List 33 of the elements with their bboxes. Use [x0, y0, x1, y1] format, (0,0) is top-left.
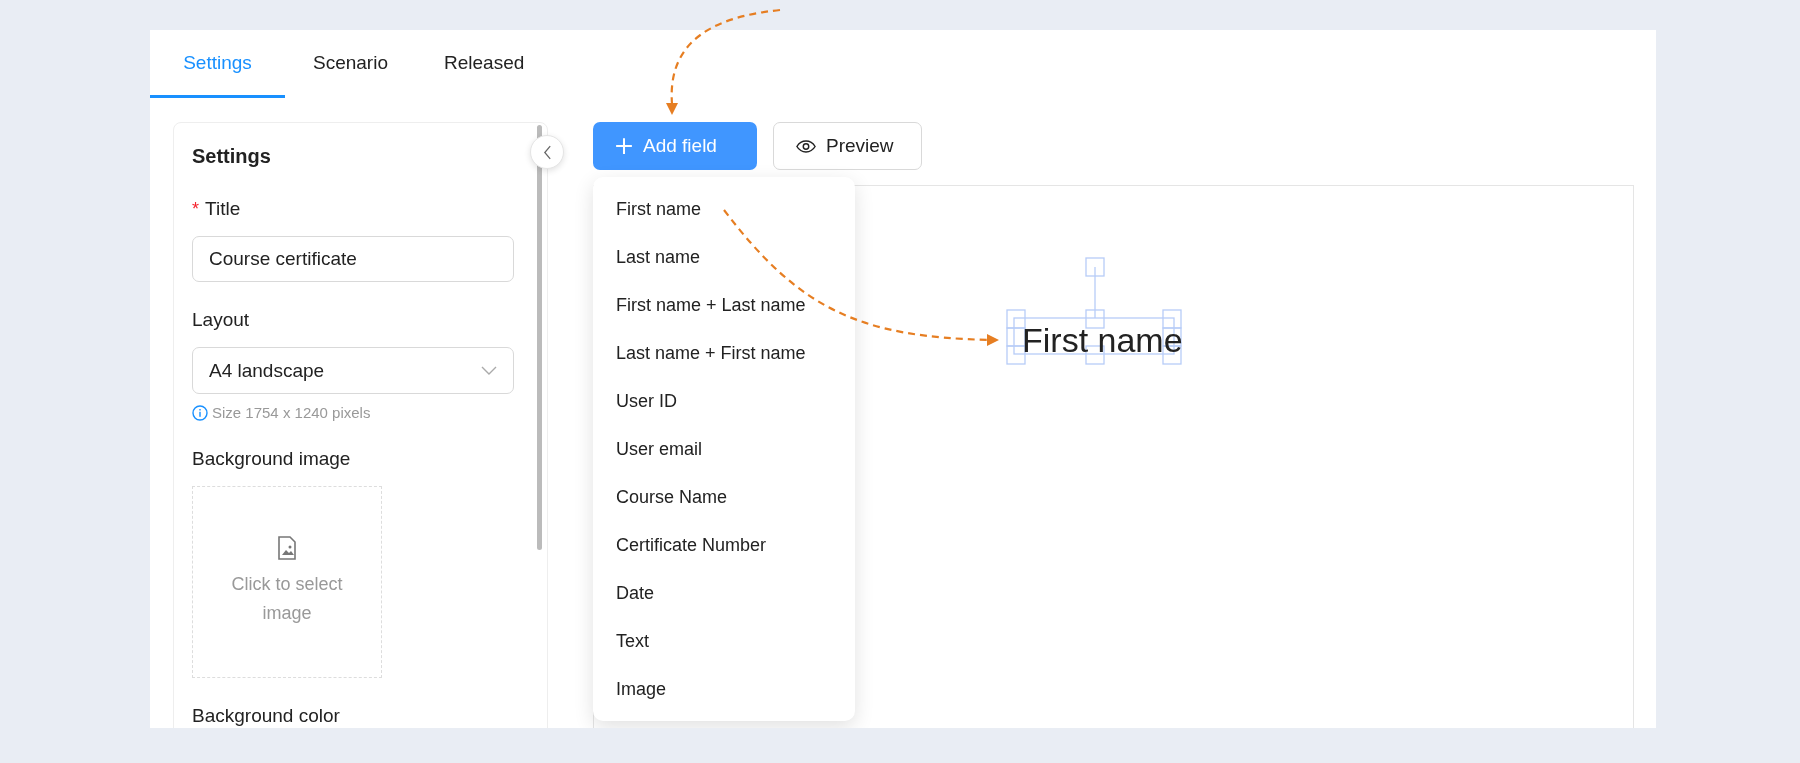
chevron-down-icon: [481, 365, 497, 376]
field-label: Title: [205, 198, 241, 220]
selection-handles[interactable]: [1006, 257, 1182, 365]
menu-item[interactable]: Last name: [593, 233, 855, 281]
eye-icon: [796, 139, 816, 153]
menu-item[interactable]: Image: [593, 665, 855, 713]
tab[interactable]: Released: [416, 30, 553, 98]
chevron-left-icon: [542, 144, 552, 160]
scrollbar[interactable]: [537, 125, 542, 550]
settings-title: Settings: [192, 145, 272, 168]
layout-select[interactable]: A4 landscape: [192, 347, 514, 394]
required-mark: *: [192, 198, 199, 220]
menu-item[interactable]: Course Name: [593, 473, 855, 521]
menu-item[interactable]: User email: [593, 425, 855, 473]
menu-item[interactable]: First name + Last name: [593, 281, 855, 329]
menu-item[interactable]: User ID: [593, 377, 855, 425]
field-label: Layout: [192, 309, 251, 331]
menu-item[interactable]: Certificate Number: [593, 521, 855, 569]
collapse-button[interactable]: [530, 135, 564, 169]
menu-item[interactable]: Last name + First name: [593, 329, 855, 377]
image-file-icon: [277, 536, 297, 561]
tab[interactable]: Scenario: [285, 30, 416, 98]
size-hint: Size 1754 x 1240 pixels: [212, 404, 371, 421]
menu-item[interactable]: First name: [593, 185, 855, 233]
field-label: Background image: [192, 448, 352, 470]
info-icon: [192, 404, 208, 421]
menu-item[interactable]: Date: [593, 569, 855, 617]
preview-button[interactable]: Preview: [773, 122, 922, 170]
menu-item[interactable]: Text: [593, 617, 855, 665]
title-input[interactable]: Course certificate: [192, 236, 514, 282]
plus-icon: [615, 137, 633, 155]
canvas-text[interactable]: First name: [1022, 318, 1183, 362]
field-label: Background color: [192, 705, 341, 727]
